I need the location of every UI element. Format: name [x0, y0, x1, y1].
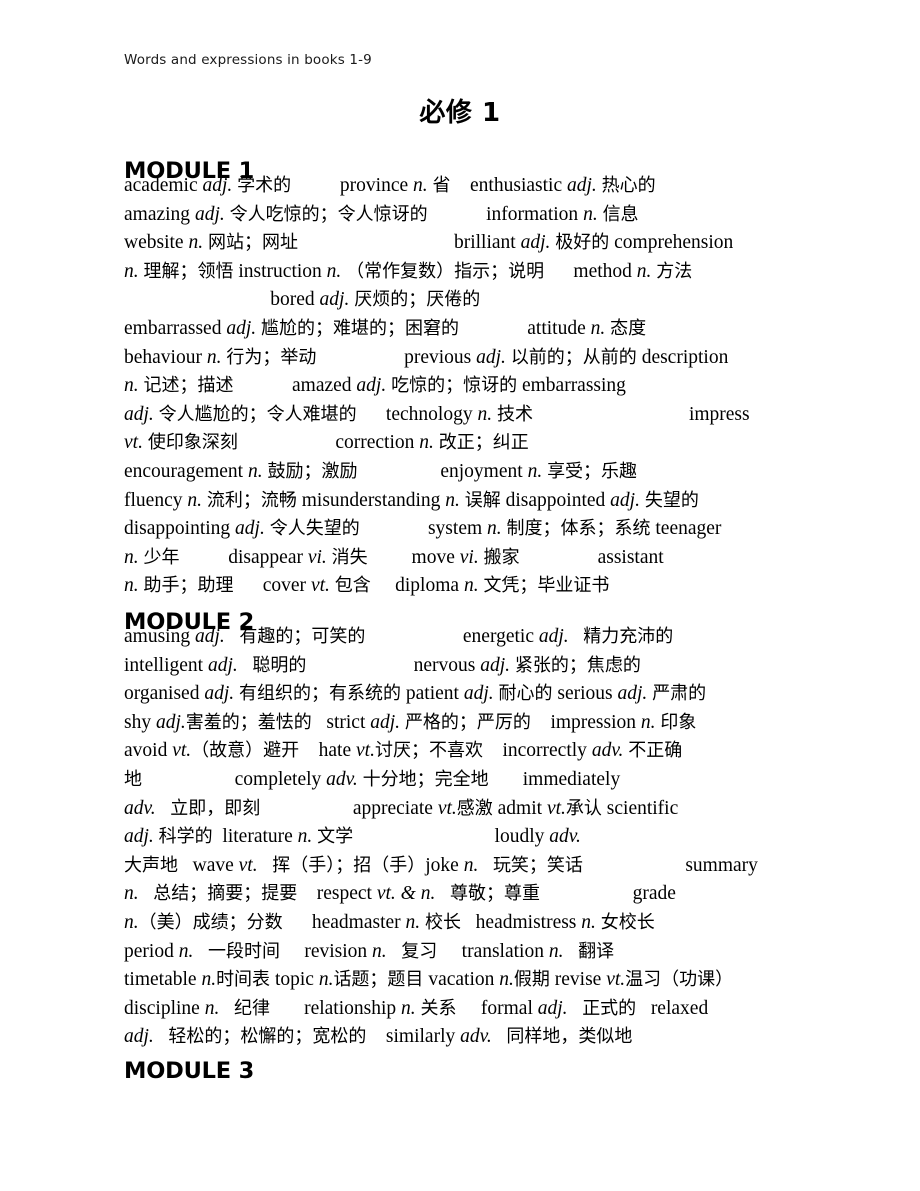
vocab-line: website n. 网站；网址 brilliant adj. 极好的 comp… [124, 232, 734, 254]
vocab-line: adj. 令人尴尬的；令人难堪的 technology n. 技术 impres… [124, 403, 750, 425]
vocab-line: intelligent adj. 聪明的 nervous adj. 紧张的；焦虑… [124, 654, 641, 676]
vocab-line: n. 理解；领悟 instruction n. （常作复数）指示；说明 meth… [124, 260, 693, 282]
vocab-line: amazing adj. 令人吃惊的；令人惊讶的 information n. … [124, 203, 639, 225]
vocab-line: n. 助手；助理 cover vt. 包含 diploma n. 文凭；毕业证书 [124, 575, 610, 597]
vocab-line: n. 总结；摘要；提要 respect vt. & n. 尊敬；尊重 grade [124, 883, 676, 905]
vocab-line: n. 记述；描述 amazed adj. 吃惊的；惊讶的 embarrassin… [124, 375, 626, 397]
module-heading-3: MODULE 3 [124, 1057, 255, 1084]
vocab-line: disappointing adj. 令人失望的 system n. 制度；体系… [124, 518, 722, 540]
vocab-line: shy adj.害羞的；羞怯的 strict adj. 严格的；严厉的 impr… [124, 711, 697, 733]
vocab-line: amusing adj. 有趣的；可笑的 energetic adj. 精力充沛… [124, 626, 674, 647]
vocab-line: encouragement n. 鼓励；激励 enjoyment n. 享受；乐… [124, 461, 638, 482]
running-header: Words and expressions in books 1-9 [124, 52, 372, 68]
vocab-line: academic adj. 学术的 province n. 省 enthusia… [124, 175, 656, 196]
vocab-line: period n. 一段时间 revision n. 复习 translatio… [124, 940, 615, 962]
vocab-line: vt. 使印象深刻 correction n. 改正；纠正 [124, 432, 529, 454]
vocab-line: fluency n. 流利；流畅 misunderstanding n. 误解 … [124, 489, 699, 511]
vocab-line: 大声地 wave vt. 挥（手）；招（手）joke n. 玩笑；笑话 summ… [124, 854, 758, 876]
vocab-line: n. 少年 disappear vi. 消失 move vi. 搬家 assis… [124, 546, 664, 568]
vocab-line: organised adj. 有组织的；有系统的 patient adj. 耐心… [124, 683, 707, 705]
vocab-line: adj. 轻松的；松懈的；宽松的 similarly adv. 同样地，类似地 [124, 1026, 633, 1048]
vocab-line: n.（美）成绩；分数 headmaster n. 校长 headmistress… [124, 912, 655, 933]
vocab-line: adv. 立即，即刻 appreciate vt.感激 admit vt.承认 … [124, 797, 679, 819]
vocab-line: embarrassed adj. 尴尬的；难堪的；困窘的 attitude n.… [124, 318, 647, 339]
vocab-line: bored adj. 厌烦的；厌倦的 [124, 289, 481, 311]
document-page: Words and expressions in books 1-9 必修 1 … [0, 0, 920, 1191]
vocab-line: timetable n.时间表 topic n.话题；题目 vacation n… [124, 969, 734, 991]
vocab-line: 地 completely adv. 十分地；完全地 immediately [124, 769, 621, 790]
vocab-line: avoid vt.（故意）避开 hate vt.讨厌；不喜欢 incorrect… [124, 740, 683, 762]
page-title: 必修 1 [419, 98, 501, 128]
vocab-line: behaviour n. 行为；举动 previous adj. 以前的；从前的… [124, 346, 729, 368]
vocab-line: adj. 科学的 literature n. 文学 loudly adv. [124, 826, 581, 848]
vocab-line: discipline n. 纪律 relationship n. 关系 form… [124, 997, 709, 1019]
